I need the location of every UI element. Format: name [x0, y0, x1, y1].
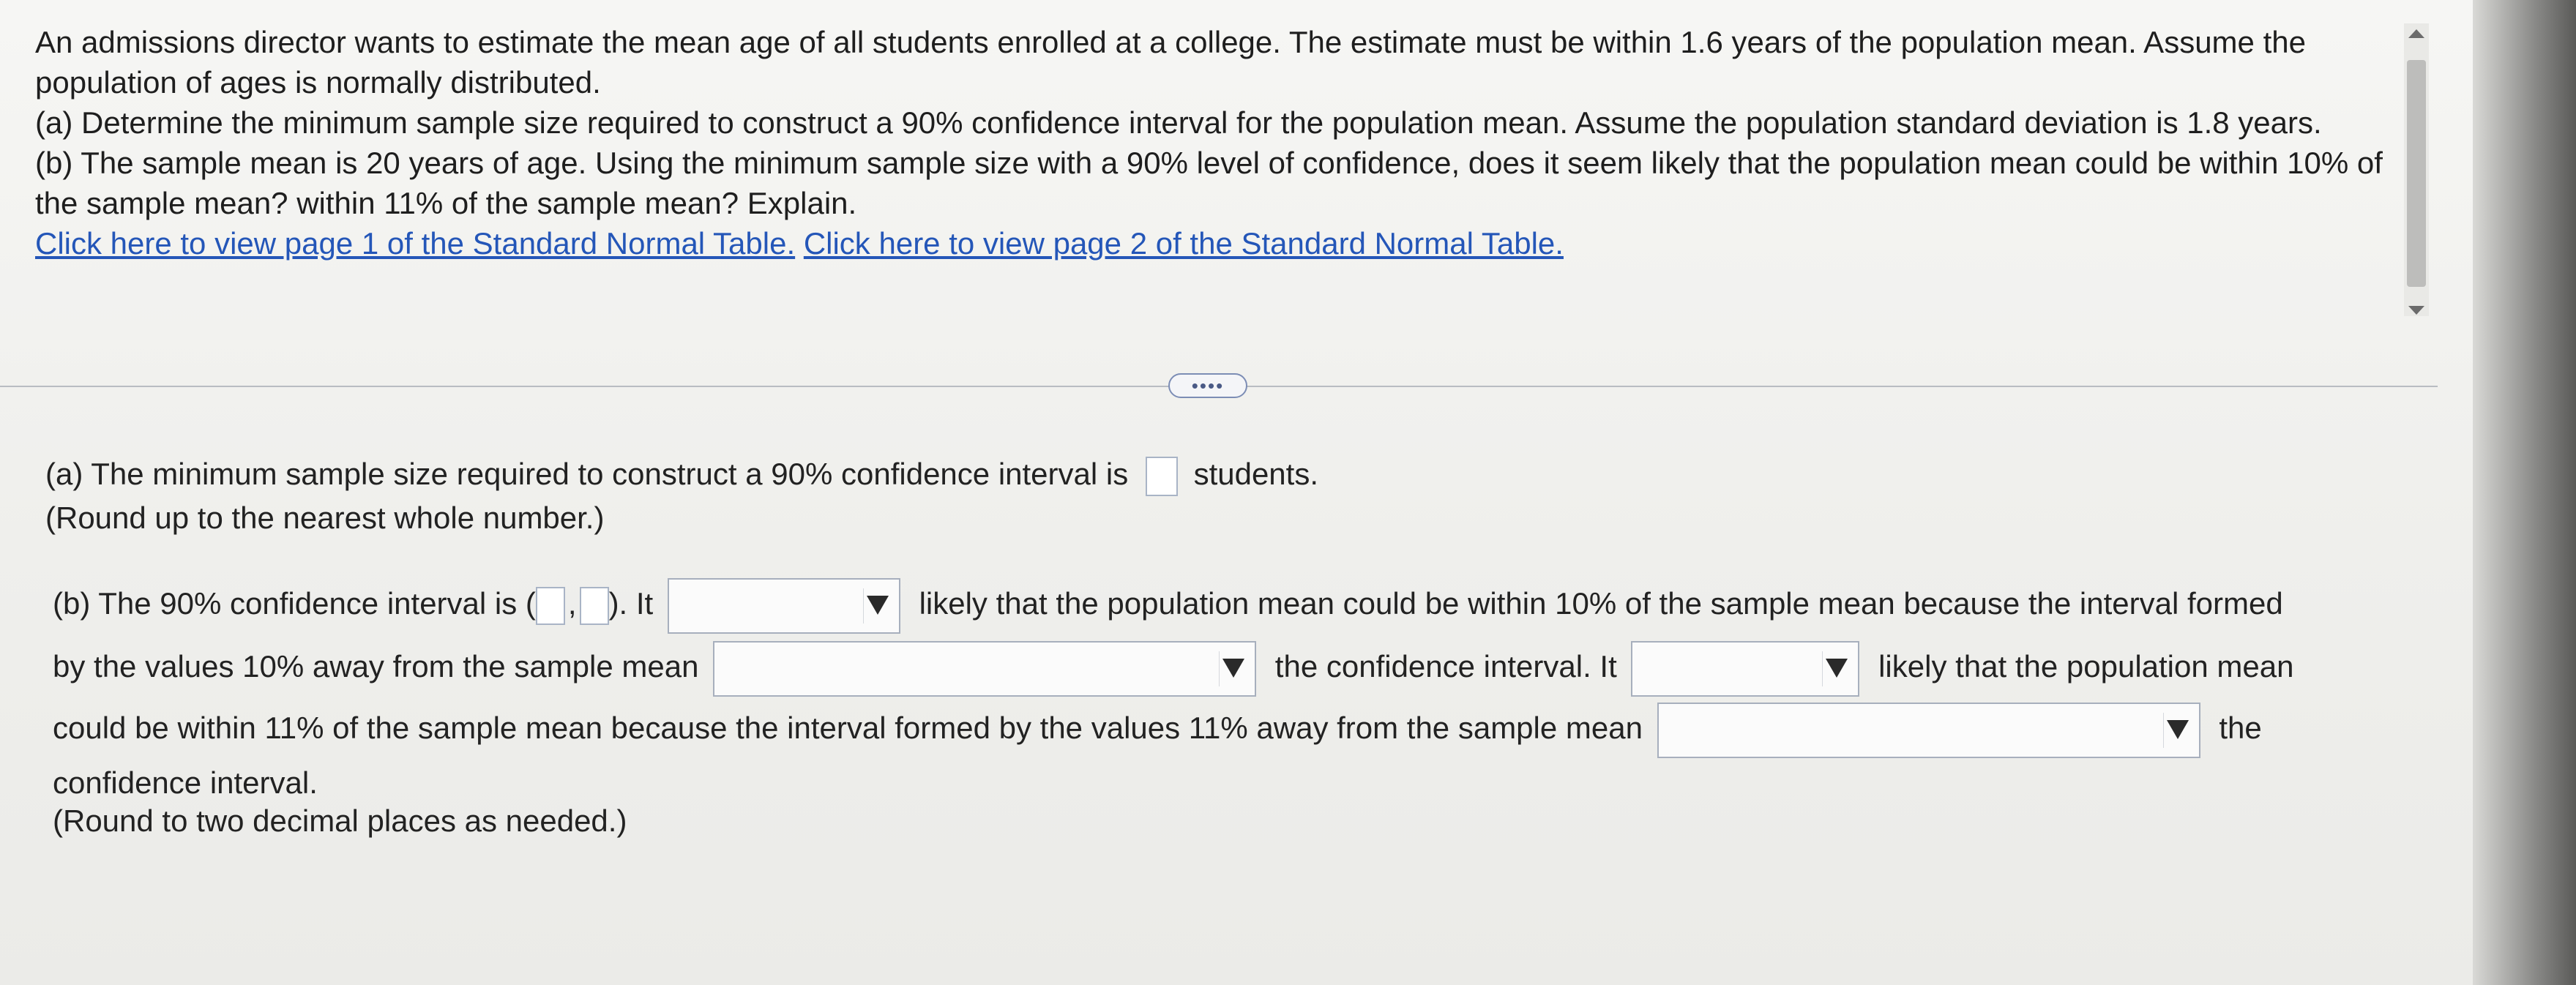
- answer-a-note: (Round up to the nearest whole number.): [45, 501, 605, 535]
- answer-b-text6: likely that the population mean: [1878, 649, 2294, 684]
- answer-b-text5: the confidence interval. It: [1274, 649, 1617, 684]
- likelihood-11-dropdown[interactable]: [1631, 641, 1860, 697]
- answer-b-text8: the: [2219, 711, 2262, 746]
- standard-normal-table-page1-link[interactable]: Click here to view page 1 of the Standar…: [35, 226, 795, 261]
- answer-b-line3: could be within 11% of the sample mean b…: [53, 703, 2262, 758]
- answer-a-line: (a) The minimum sample size required to …: [45, 457, 1318, 496]
- question-part-b: (b) The sample mean is 20 years of age. …: [35, 146, 2383, 220]
- answer-a-text: (a) The minimum sample size required to …: [45, 457, 1129, 492]
- dropdown-arrow-icon: [2166, 720, 2189, 739]
- page: An admissions director wants to estimate…: [0, 0, 2576, 985]
- background-edge: [2473, 0, 2576, 985]
- likelihood-10-dropdown[interactable]: [667, 578, 900, 634]
- scroll-down-arrow-icon[interactable]: [2408, 306, 2424, 315]
- scroll-thumb[interactable]: [2407, 60, 2426, 287]
- expand-button[interactable]: ••••: [1168, 373, 1247, 398]
- question-intro: An admissions director wants to estimate…: [35, 25, 2306, 100]
- answer-b-text2: ). It: [608, 586, 654, 621]
- answer-b-text3: likely that the population mean could be…: [919, 586, 2283, 621]
- ci-upper-input[interactable]: [579, 587, 609, 625]
- scroll-up-arrow-icon[interactable]: [2408, 29, 2424, 38]
- answer-a-unit: students.: [1193, 457, 1319, 492]
- sample-size-input[interactable]: [1145, 457, 1178, 496]
- ci-lower-input[interactable]: [535, 587, 565, 625]
- answer-b-text7: could be within 11% of the sample mean b…: [53, 711, 1643, 746]
- interval-10-relation-dropdown[interactable]: [713, 641, 1257, 697]
- answer-b-text4: by the values 10% away from the sample m…: [53, 649, 699, 684]
- answer-b-text9: confidence interval.: [53, 765, 318, 800]
- standard-normal-table-page2-link[interactable]: Click here to view page 2 of the Standar…: [804, 226, 1564, 261]
- dropdown-arrow-icon: [1826, 659, 1848, 678]
- question-text: An admissions director wants to estimate…: [35, 22, 2400, 263]
- answer-b-note: (Round to two decimal places as needed.): [53, 804, 627, 838]
- answer-b-line2: by the values 10% away from the sample m…: [53, 641, 2293, 697]
- answer-b-text1: (b) The 90% confidence interval is (: [53, 586, 536, 621]
- dropdown-arrow-icon: [866, 596, 889, 615]
- answer-b-line1: (b) The 90% confidence interval is (, ). …: [53, 578, 2283, 634]
- dropdown-arrow-icon: [1222, 659, 1245, 678]
- ci-comma: ,: [567, 586, 577, 621]
- table-links: Click here to view page 1 of the Standar…: [35, 223, 2400, 263]
- question-part-a: (a) Determine the minimum sample size re…: [35, 105, 2322, 140]
- interval-11-relation-dropdown[interactable]: [1657, 703, 2200, 758]
